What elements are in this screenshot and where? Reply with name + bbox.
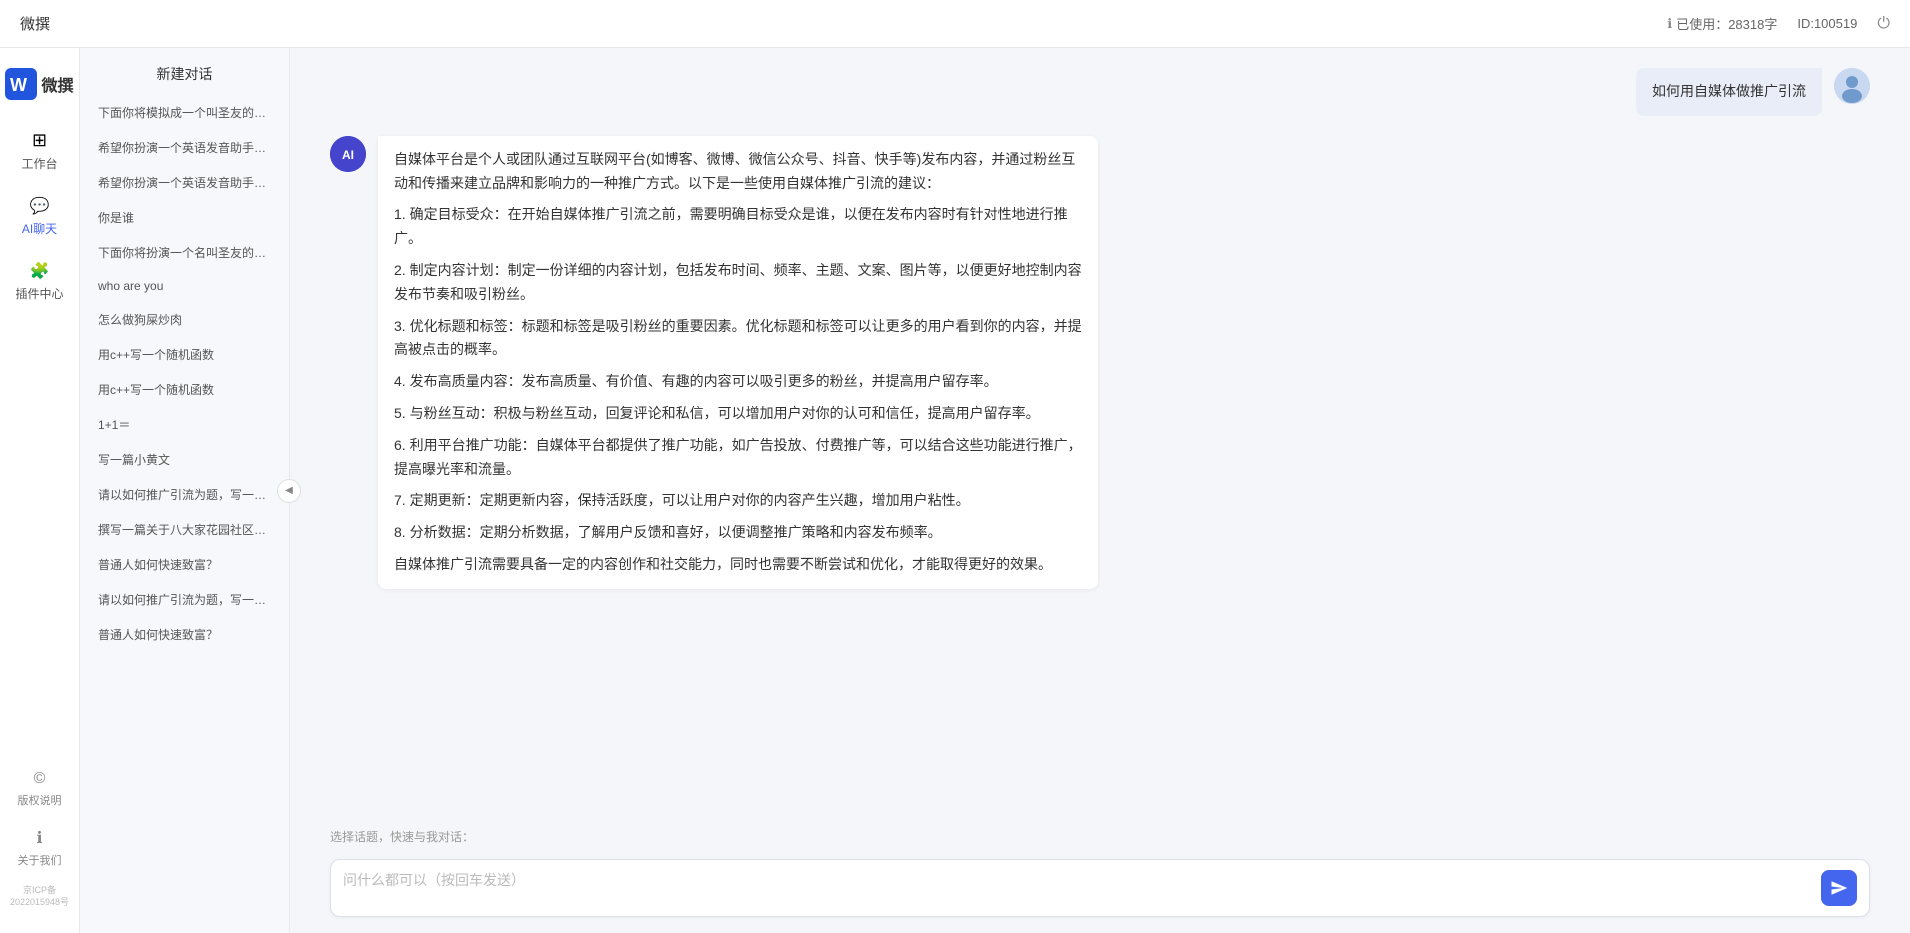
quick-topics: 选择话题，快速与我对话： xyxy=(290,820,1910,849)
topbar: 微撰 ℹ 已使用：28318字 ID:100519 ⏻ xyxy=(0,0,1910,48)
input-box xyxy=(330,859,1870,917)
sidebar-item-copyright[interactable]: © 版权说明 xyxy=(0,762,79,816)
sidebar-item-plugins[interactable]: 🧩 插件中心 xyxy=(0,251,79,312)
sidebar-item-workbench[interactable]: ⊞ 工作台 xyxy=(0,120,79,182)
logo-text: 微撰 xyxy=(41,72,73,96)
id-label: ID:100519 xyxy=(1797,16,1857,31)
history-item[interactable]: 普通人如何快速致富？ xyxy=(88,548,281,581)
left-nav: W 微撰 ⊞ 工作台 💬 AI聊天 🧩 插件中心 © 版权说明 xyxy=(0,48,80,933)
workbench-label: 工作台 xyxy=(21,155,57,172)
history-sidebar: 新建对话 下面你将模拟成一个叫圣友的程序员，我说... 希望你扮演一个英语发音助… xyxy=(80,48,290,933)
history-item[interactable]: 用c++写一个随机函数 xyxy=(88,373,281,406)
icp-text: 京ICP备2022015948号 xyxy=(0,880,79,913)
history-item[interactable]: 请以如何推广引流为题，写一篇大纲 xyxy=(88,583,281,616)
ai-para-5: 5. 与粉丝互动：积极与粉丝互动，回复评论和私信，可以增加用户对你的认可和信任，… xyxy=(394,402,1082,426)
new-chat-button[interactable]: 新建对话 xyxy=(80,48,289,92)
topbar-title: 微撰 xyxy=(20,13,50,34)
ai-para-1: 1. 确定目标受众：在开始自媒体推广引流之前，需要明确目标受众是谁，以便在发布内… xyxy=(394,203,1082,251)
usage-label: 已使用：28318字 xyxy=(1676,14,1777,33)
sidebar-item-about[interactable]: ℹ 关于我们 xyxy=(0,820,79,876)
ai-para-7: 7. 定期更新：定期更新内容，保持活跃度，可以让用户对你的内容产生兴趣，增加用户… xyxy=(394,489,1082,513)
quick-topics-label: 选择话题，快速与我对话： xyxy=(330,830,474,844)
chat-messages: 如何用自媒体做推广引流 AI xyxy=(290,48,1910,820)
history-item[interactable]: 撰写一篇关于八大家花园社区一刻钟便民生... xyxy=(88,513,281,546)
copyright-label: 版权说明 xyxy=(18,792,62,808)
power-icon[interactable]: ⏻ xyxy=(1877,15,1890,33)
user-message-bubble: 如何用自媒体做推广引流 xyxy=(1636,68,1822,116)
copyright-icon: © xyxy=(34,770,46,788)
workbench-icon: ⊞ xyxy=(32,130,47,151)
history-list: 下面你将模拟成一个叫圣友的程序员，我说... 希望你扮演一个英语发音助手，我提供… xyxy=(80,92,289,933)
message-row-ai: AI 自媒体平台是个人或团队通过互联网平台(如博客、微博、微信公众号、抖音、快手… xyxy=(330,136,1870,589)
collapse-sidebar-button[interactable]: ◀ xyxy=(277,479,301,503)
history-item[interactable]: 用c++写一个随机函数 xyxy=(88,338,281,371)
main-layout: W 微撰 ⊞ 工作台 💬 AI聊天 🧩 插件中心 © 版权说明 xyxy=(0,48,1910,933)
user-message-text: 如何用自媒体做推广引流 xyxy=(1652,83,1806,99)
sidebar-item-aichat[interactable]: 💬 AI聊天 xyxy=(0,186,79,247)
history-item[interactable]: who are you xyxy=(88,271,281,301)
chat-area: 如何用自媒体做推广引流 AI xyxy=(290,48,1910,933)
ai-para-4: 4. 发布高质量内容：发布高质量、有价值、有趣的内容可以吸引更多的粉丝，并提高用… xyxy=(394,370,1082,394)
send-button[interactable] xyxy=(1821,870,1857,906)
logo-icon: W xyxy=(5,68,37,100)
ai-avatar-icon: AI xyxy=(330,136,366,172)
ai-message-bubble: 自媒体平台是个人或团队通过互联网平台(如博客、微博、微信公众号、抖音、快手等)发… xyxy=(378,136,1098,589)
info-icon: ℹ xyxy=(1667,16,1672,32)
svg-text:AI: AI xyxy=(342,148,354,162)
history-item[interactable]: 请以如何推广引流为题，写一篇大纲 xyxy=(88,478,281,511)
ai-para-2: 2. 制定内容计划：制定一份详细的内容计划，包括发布时间、频率、主题、文案、图片… xyxy=(394,259,1082,307)
ai-para-0: 自媒体平台是个人或团队通过互联网平台(如博客、微博、微信公众号、抖音、快手等)发… xyxy=(394,148,1082,196)
plugins-label: 插件中心 xyxy=(15,285,63,302)
nav-bottom: © 版权说明 ℹ 关于我们 京ICP备2022015948号 xyxy=(0,762,79,923)
send-icon xyxy=(1830,879,1848,897)
history-item[interactable]: 希望你扮演一个英语发音助手，我提供给你... xyxy=(88,131,281,164)
usage-info: ℹ 已使用：28318字 xyxy=(1667,14,1777,33)
topbar-right: ℹ 已使用：28318字 ID:100519 ⏻ xyxy=(1667,14,1890,33)
history-item[interactable]: 下面你将扮演一个名叫圣友的医生 xyxy=(88,236,281,269)
about-label: 关于我们 xyxy=(18,852,62,868)
ai-para-6: 6. 利用平台推广功能：自媒体平台都提供了推广功能，如广告投放、付费推广等，可以… xyxy=(394,434,1082,482)
aichat-label: AI聊天 xyxy=(22,220,57,237)
aichat-icon: 💬 xyxy=(30,196,50,216)
ai-avatar: AI xyxy=(330,136,366,172)
nav-items: ⊞ 工作台 💬 AI聊天 🧩 插件中心 xyxy=(0,120,79,762)
ai-para-3: 3. 优化标题和标签：标题和标签是吸引粉丝的重要因素。优化标题和标签可以让更多的… xyxy=(394,315,1082,363)
history-item[interactable]: 普通人如何快速致富？ xyxy=(88,618,281,651)
plugins-icon: 🧩 xyxy=(30,261,50,281)
input-area xyxy=(290,849,1910,933)
history-item[interactable]: 怎么做狗屎炒肉 xyxy=(88,303,281,336)
logo-area: W 微撰 xyxy=(5,58,73,120)
message-row-user: 如何用自媒体做推广引流 xyxy=(330,68,1870,116)
user-avatar-icon xyxy=(1834,68,1870,104)
history-item[interactable]: 写一篇小黄文 xyxy=(88,443,281,476)
history-item[interactable]: 下面你将模拟成一个叫圣友的程序员，我说... xyxy=(88,96,281,129)
about-icon: ℹ xyxy=(36,828,42,848)
user-avatar xyxy=(1834,68,1870,104)
ai-para-9: 自媒体推广引流需要具备一定的内容创作和社交能力，同时也需要不断尝试和优化，才能取… xyxy=(394,553,1082,577)
history-item[interactable]: 1+1＝ xyxy=(88,408,281,441)
chat-input[interactable] xyxy=(343,870,1813,906)
svg-text:W: W xyxy=(10,75,27,95)
history-item[interactable]: 你是谁 xyxy=(88,201,281,234)
history-item[interactable]: 希望你扮演一个英语发音助手，我提供给你... xyxy=(88,166,281,199)
ai-para-8: 8. 分析数据：定期分析数据，了解用户反馈和喜好，以便调整推广策略和内容发布频率… xyxy=(394,521,1082,545)
